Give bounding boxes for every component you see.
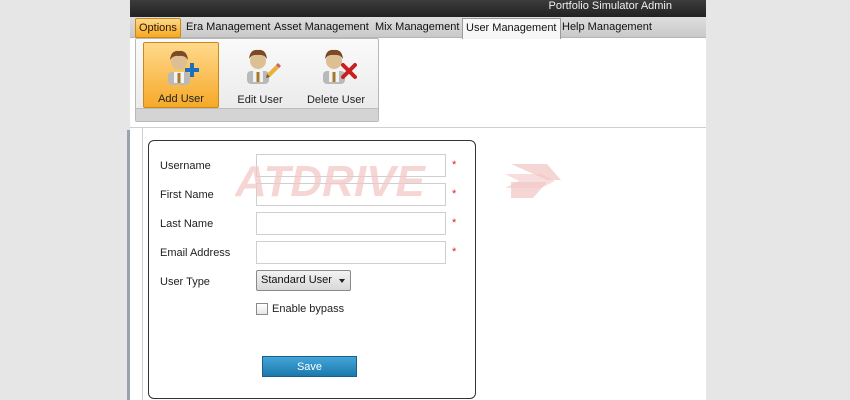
ribbon-group-footer — [136, 108, 378, 121]
add-user-icon — [168, 50, 199, 85]
tab-bar: Options Era Management Asset Management … — [130, 17, 706, 39]
last-name-field[interactable] — [256, 212, 446, 235]
first-name-field[interactable] — [256, 183, 446, 206]
username-field[interactable] — [256, 154, 446, 177]
delete-user-button[interactable]: Delete User — [299, 42, 373, 108]
first-name-label: First Name — [160, 189, 214, 201]
tab-era-management[interactable]: Era Management — [183, 18, 273, 38]
tab-options[interactable]: Options — [135, 18, 181, 38]
user-form: Username * First Name * Last Name * Emai… — [148, 140, 476, 399]
enable-bypass-checkbox[interactable] — [256, 303, 268, 315]
tab-user-management[interactable]: User Management — [462, 18, 561, 39]
save-button[interactable]: Save — [262, 356, 357, 377]
user-type-select[interactable]: Standard User — [256, 270, 351, 291]
ribbon-panel: Add User Edit User Delete User — [135, 38, 379, 122]
add-user-label: Add User — [158, 93, 204, 105]
delete-user-icon — [323, 49, 357, 84]
edit-user-icon — [247, 49, 281, 84]
add-user-button[interactable]: Add User — [143, 42, 219, 108]
email-field[interactable] — [256, 241, 446, 264]
content-left-divider — [142, 128, 143, 400]
email-label: Email Address — [160, 247, 231, 259]
title-bar: Portfolio Simulator Admin — [130, 0, 706, 17]
edit-user-button[interactable]: Edit User — [227, 42, 293, 108]
content-top-divider — [130, 127, 706, 128]
right-background — [706, 0, 850, 400]
last-name-required-marker: * — [452, 217, 457, 229]
tab-help-management[interactable]: Help Management — [559, 18, 655, 38]
last-name-label: Last Name — [160, 218, 214, 230]
delete-user-label: Delete User — [306, 94, 366, 106]
app-window: Portfolio Simulator Admin Options Era Ma… — [130, 0, 706, 400]
first-name-required-marker: * — [452, 188, 457, 200]
tab-asset-management[interactable]: Asset Management — [271, 18, 372, 38]
user-type-label: User Type — [160, 276, 210, 288]
email-required-marker: * — [452, 246, 457, 258]
edit-user-label: Edit User — [237, 94, 283, 106]
username-label: Username — [160, 160, 211, 172]
tab-mix-management[interactable]: Mix Management — [372, 18, 462, 38]
window-title: Portfolio Simulator Admin — [548, 0, 673, 12]
dropdown-arrow-icon — [339, 279, 345, 283]
user-type-value: Standard User — [261, 274, 332, 286]
watermark-chevrons — [505, 164, 561, 198]
enable-bypass-label[interactable]: Enable bypass — [272, 303, 344, 315]
username-required-marker: * — [452, 159, 457, 171]
left-background — [0, 0, 130, 400]
